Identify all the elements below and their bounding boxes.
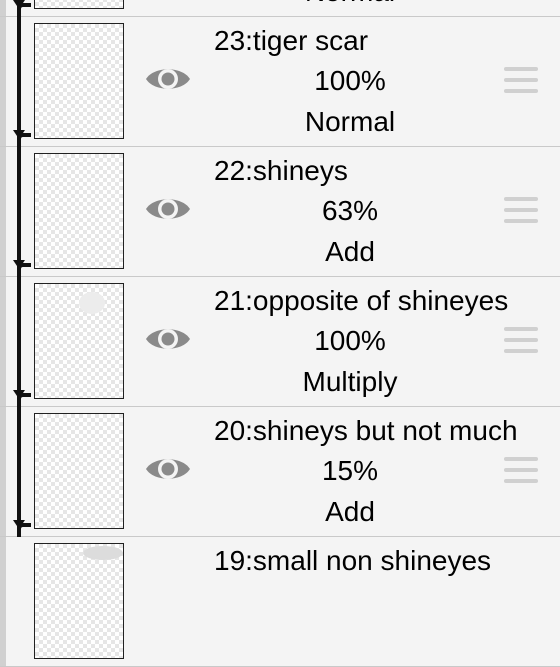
layer-blend-mode[interactable]: Normal [214, 0, 486, 8]
clipping-line [17, 17, 21, 146]
layer-name[interactable]: 22:shineys [214, 155, 348, 187]
clipping-hook [17, 133, 31, 147]
layer-thumbnail[interactable] [34, 23, 124, 139]
layer-thumbnail[interactable] [34, 413, 124, 529]
layer-name[interactable]: 23:tiger scar [214, 25, 368, 57]
layer-opacity[interactable]: 63% [214, 195, 486, 227]
drag-handle-icon[interactable] [504, 327, 538, 353]
drag-handle-icon[interactable] [504, 197, 538, 223]
layer-row-20[interactable]: 20:shineys but not much 15% Add [0, 407, 560, 537]
clipping-line [17, 277, 21, 406]
scroll-rail [0, 407, 6, 536]
drag-handle-icon[interactable] [504, 67, 538, 93]
clipping-hook [17, 523, 31, 537]
layer-thumbnail[interactable] [34, 0, 124, 9]
clipping-hook [17, 3, 31, 17]
layer-blend-mode[interactable]: Multiply [214, 366, 486, 398]
layer-blend-mode[interactable]: Add [214, 236, 486, 268]
layer-opacity[interactable]: 100% [214, 65, 486, 97]
scroll-rail [0, 17, 6, 146]
layer-blend-mode[interactable]: Normal [214, 106, 486, 138]
eye-icon[interactable] [144, 61, 192, 97]
layer-row-19[interactable]: 19:small non shineyes [0, 537, 560, 667]
drag-handle-icon[interactable] [504, 457, 538, 483]
layer-row-21[interactable]: 21:opposite of shineyes 100% Multiply [0, 277, 560, 407]
scroll-rail [0, 537, 6, 666]
clipping-hook [17, 393, 31, 407]
layer-name[interactable]: 21:opposite of shineyes [214, 285, 508, 317]
clipping-line [17, 407, 21, 536]
scroll-rail [0, 277, 6, 406]
layer-row-23[interactable]: 23:tiger scar 100% Normal [0, 17, 560, 147]
clipping-hook [17, 263, 31, 277]
scroll-rail [0, 0, 6, 16]
layer-thumbnail[interactable] [34, 543, 124, 659]
layer-thumbnail[interactable] [34, 153, 124, 269]
eye-icon[interactable] [144, 191, 192, 227]
clipping-line [17, 147, 21, 276]
layer-row-partial[interactable]: Normal [0, 0, 560, 17]
layer-blend-mode[interactable]: Add [214, 496, 486, 528]
thumbnail-mark [79, 292, 105, 314]
layer-thumbnail[interactable] [34, 283, 124, 399]
thumbnail-mark [83, 546, 123, 560]
layer-opacity[interactable]: 15% [214, 455, 486, 487]
scroll-rail [0, 147, 6, 276]
layer-name[interactable]: 20:shineys but not much [214, 415, 518, 447]
layer-opacity[interactable]: 100% [214, 325, 486, 357]
eye-icon[interactable] [144, 321, 192, 357]
eye-icon[interactable] [144, 451, 192, 487]
layer-list: Normal 23:tiger scar 100% Normal 22:shin… [0, 0, 560, 667]
layer-row-22[interactable]: 22:shineys 63% Add [0, 147, 560, 277]
layer-name[interactable]: 19:small non shineyes [214, 545, 491, 577]
